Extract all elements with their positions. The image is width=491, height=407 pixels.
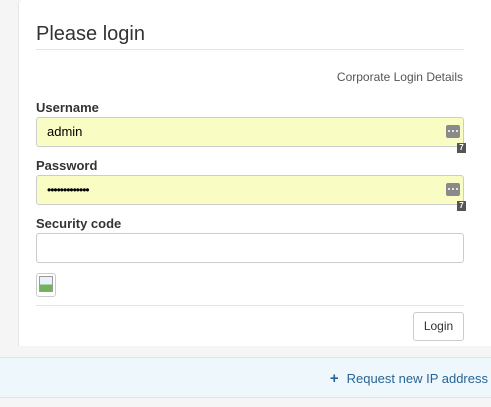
password-label: Password: [36, 158, 98, 173]
username-value: admin: [47, 124, 83, 139]
password-manager-badge: 7: [457, 201, 466, 211]
security-code-input[interactable]: [36, 233, 464, 263]
password-input[interactable]: ••••••••••••• 7: [36, 175, 466, 211]
title-divider: [36, 49, 464, 50]
footer-bar: + Request new IP address: [0, 357, 491, 398]
request-ip-link[interactable]: + Request new IP address: [330, 371, 488, 386]
corporate-login-link[interactable]: Corporate Login Details: [337, 70, 463, 84]
username-label: Username: [36, 100, 99, 115]
login-button[interactable]: Login: [413, 312, 464, 341]
captcha-image[interactable]: [36, 273, 56, 297]
plus-icon: +: [329, 370, 339, 387]
username-input[interactable]: admin 7: [36, 117, 466, 153]
page-title: Please login: [36, 23, 145, 45]
form-divider: [36, 305, 464, 306]
security-code-label: Security code: [36, 216, 122, 231]
broken-image-icon: [39, 276, 53, 292]
login-panel: Please login Corporate Login Details Use…: [18, 0, 491, 346]
page-background: Please login Corporate Login Details Use…: [0, 0, 491, 407]
request-ip-label: Request new IP address: [346, 371, 488, 386]
password-manager-icon[interactable]: 7: [446, 183, 466, 211]
password-manager-icon[interactable]: 7: [446, 125, 466, 153]
password-manager-badge: 7: [457, 143, 466, 153]
password-value: •••••••••••••: [47, 183, 90, 197]
